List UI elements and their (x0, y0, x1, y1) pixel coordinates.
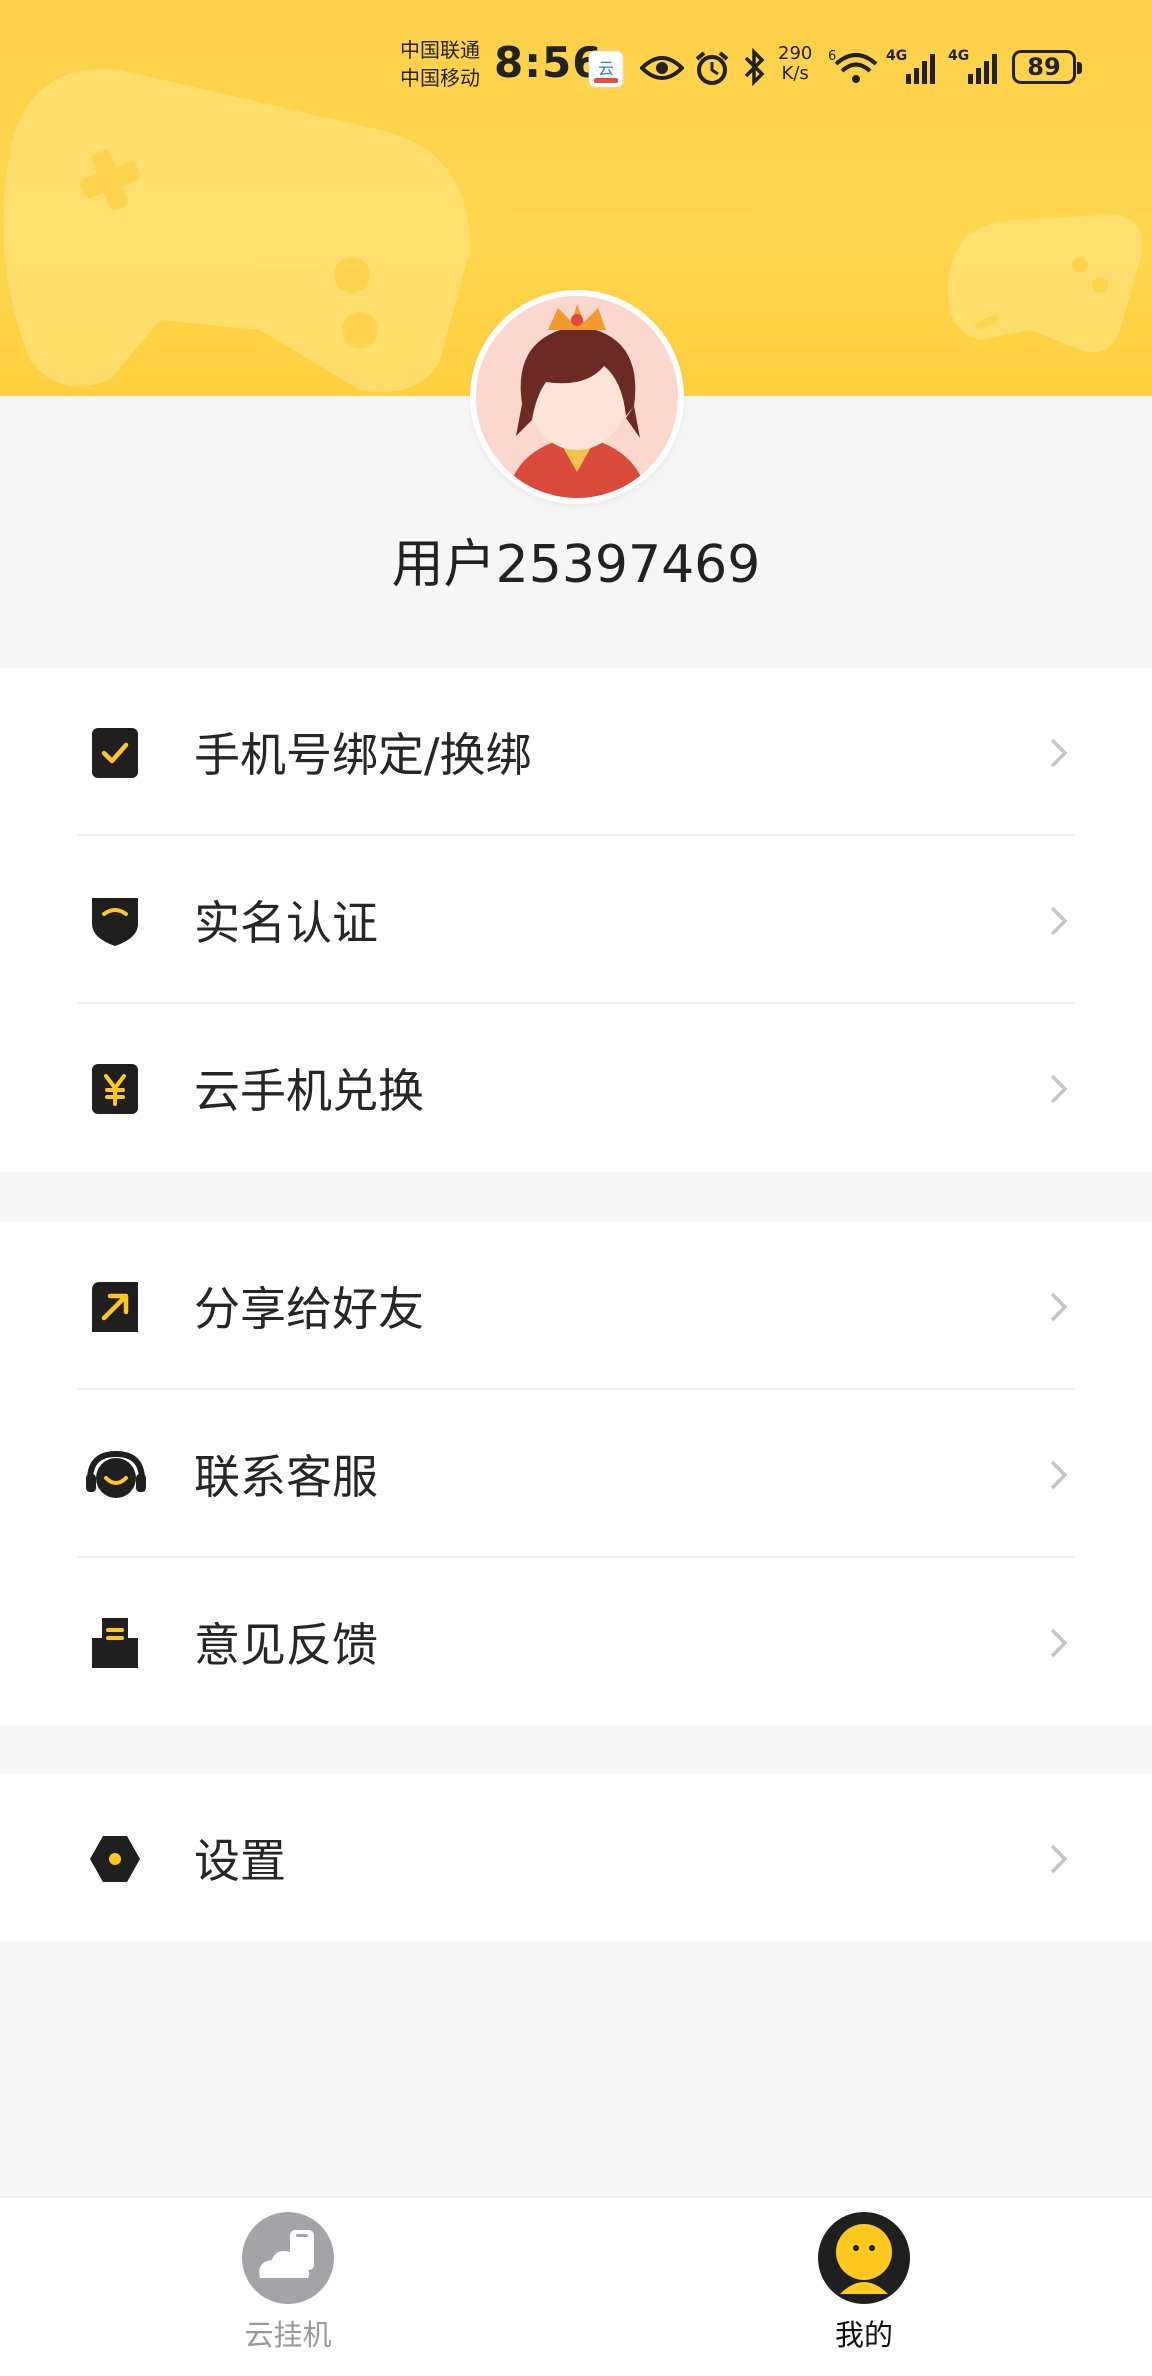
bottom-nav: 云挂机 我的 (0, 2196, 1152, 2376)
net-speed-unit: K/s (781, 63, 809, 84)
menu-item-label: 分享给好友 (194, 1282, 424, 1336)
eye-icon (640, 56, 684, 80)
yen-icon (92, 1064, 138, 1114)
chevron-right-icon (1050, 738, 1068, 768)
battery-indicator: 89 (1012, 50, 1082, 84)
carrier-1: 中国联通 (400, 38, 480, 62)
signal-4g-icon: 4G (948, 48, 997, 84)
net-speed: 290 K/s (778, 44, 812, 84)
svg-text:4G: 4G (948, 48, 969, 64)
chevron-right-icon (1050, 1844, 1068, 1874)
menu-group-social: 分享给好友 联系客服 意见反馈 (0, 1222, 1152, 1726)
status-bar: 中国联通 中国移动 8:56 云 290 K/s 6 4G 4G 89 (0, 0, 1152, 130)
tab-cloud-hangup[interactable]: 云挂机 (188, 2212, 388, 2354)
phone-bind-check-icon (92, 728, 138, 778)
svg-text:6: 6 (828, 49, 836, 64)
tab-mine[interactable]: 我的 (764, 2212, 964, 2354)
feedback-icon (92, 1618, 138, 1668)
alarm-icon (695, 51, 729, 85)
menu-item-customer-service[interactable]: 联系客服 (0, 1390, 1152, 1558)
menu-item-cloud-phone-redeem[interactable]: 云手机兑换 (0, 1004, 1152, 1172)
menu-item-share[interactable]: 分享给好友 (0, 1222, 1152, 1390)
chevron-right-icon (1050, 1074, 1068, 1104)
menu-group-settings: 设置 (0, 1774, 1152, 1942)
cloud-app-icon: 云 (588, 50, 624, 88)
mascot-face-icon (818, 2212, 910, 2304)
menu-item-label: 云手机兑换 (194, 1064, 424, 1118)
clock: 8:56 (494, 38, 603, 87)
net-speed-value: 290 (778, 43, 813, 64)
menu-item-label: 手机号绑定/换绑 (194, 728, 532, 782)
menu-group-account: 手机号绑定/换绑 实名认证 云手机兑换 (0, 668, 1152, 1172)
menu-item-real-name[interactable]: 实名认证 (0, 836, 1152, 1004)
chevron-right-icon (1050, 1628, 1068, 1658)
share-arrow-icon (92, 1282, 138, 1332)
menu-item-label: 联系客服 (194, 1450, 378, 1504)
chevron-right-icon (1050, 1460, 1068, 1490)
cloud-phone-icon (242, 2212, 334, 2304)
avatar-image (476, 296, 678, 498)
bluetooth-icon (744, 48, 765, 86)
menu-item-label: 意见反馈 (194, 1618, 378, 1672)
chevron-right-icon (1050, 906, 1068, 936)
svg-text:云: 云 (598, 59, 614, 78)
menu-item-label: 设置 (194, 1834, 286, 1888)
tab-label: 我的 (834, 2318, 893, 2352)
menu-item-phone-bind[interactable]: 手机号绑定/换绑 (0, 668, 1152, 836)
menu-item-settings[interactable]: 设置 (0, 1774, 1152, 1942)
wifi-icon: 6 (828, 49, 878, 83)
menu-item-feedback[interactable]: 意见反馈 (0, 1558, 1152, 1726)
svg-text:4G: 4G (886, 48, 907, 64)
menu-item-label: 实名认证 (194, 896, 378, 950)
headset-icon (86, 1450, 146, 1498)
username: 用户25397469 (391, 535, 761, 595)
settings-hexagon-icon (90, 1836, 140, 1882)
battery-level: 89 (1027, 53, 1061, 81)
shield-icon (92, 898, 138, 946)
chevron-right-icon (1050, 1292, 1068, 1322)
carrier-names: 中国联通 中国移动 (400, 36, 480, 92)
signal-4g-icon: 4G (886, 48, 935, 84)
carrier-2: 中国移动 (400, 66, 480, 90)
avatar[interactable] (470, 290, 684, 504)
tab-label: 云挂机 (244, 2318, 332, 2352)
avatar-character-icon (476, 296, 678, 498)
